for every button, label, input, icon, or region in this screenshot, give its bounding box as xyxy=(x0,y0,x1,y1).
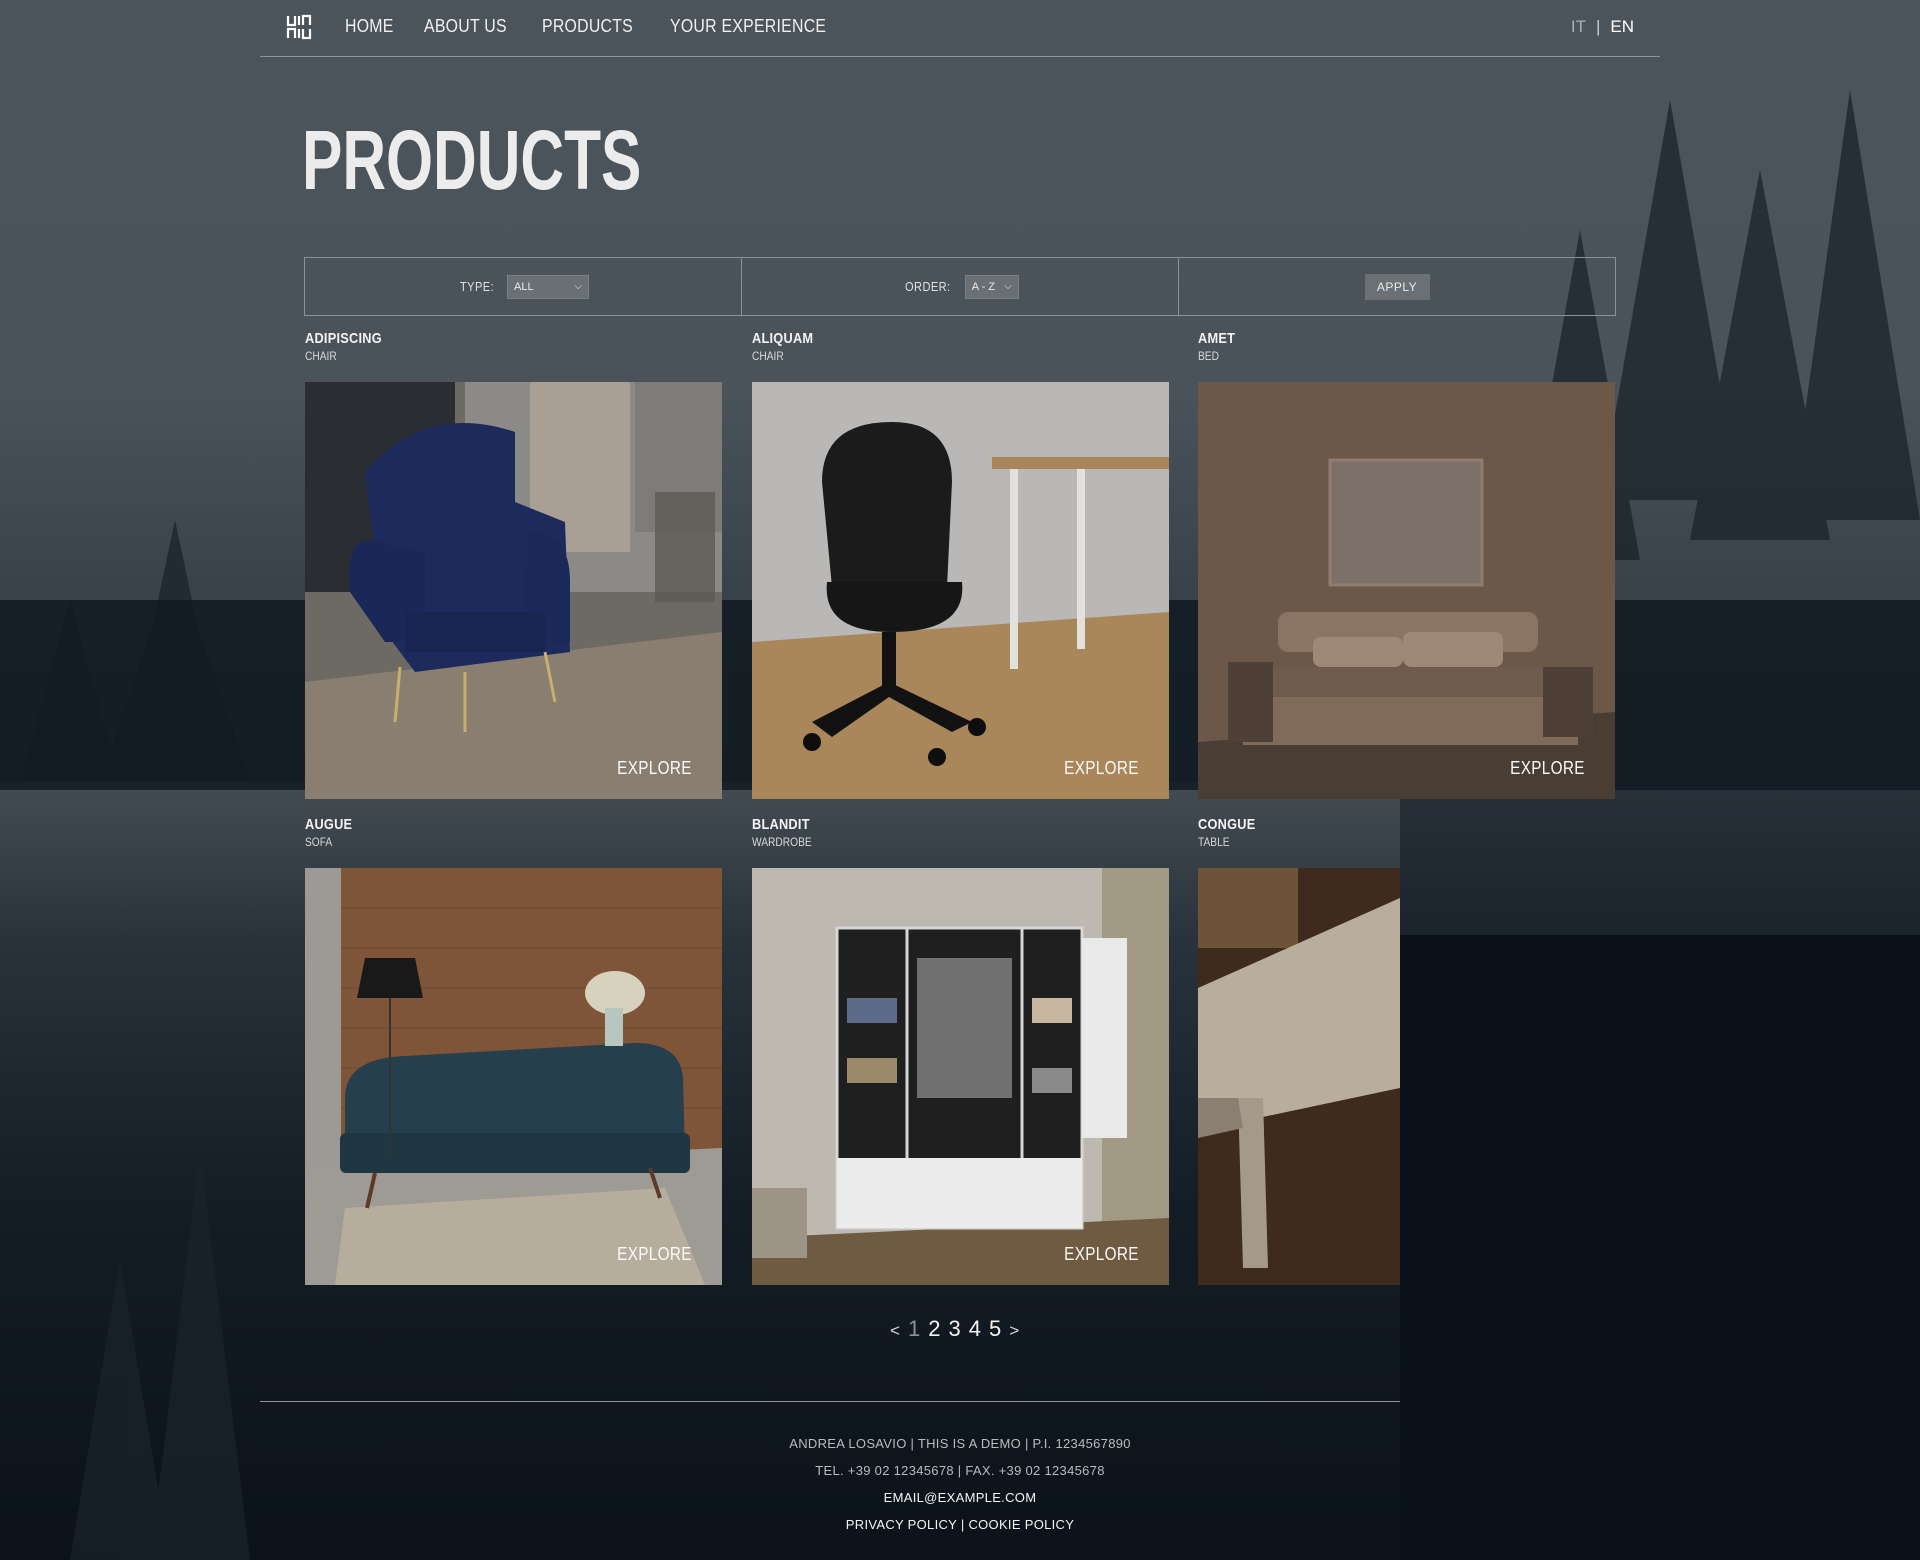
explore-link[interactable]: EXPLORE xyxy=(617,758,692,779)
product-name[interactable]: AUGUE xyxy=(305,816,659,833)
type-filter: TYPE: ALL ⌵ xyxy=(305,258,742,315)
cookie-policy-link[interactable]: COOKIE POLICY xyxy=(968,1517,1074,1532)
footer: ANDREA LOSAVIO | THIS IS A DEMO | P.I. 1… xyxy=(600,1430,1320,1538)
product-image-bed[interactable]: EXPLORE xyxy=(1198,382,1615,799)
order-filter: ORDER: A - Z ⌵ xyxy=(742,258,1179,315)
lang-it-link[interactable]: IT xyxy=(1571,17,1586,37)
footer-company-line: ANDREA LOSAVIO | THIS IS A DEMO | P.I. 1… xyxy=(789,1436,1131,1451)
product-image-armchair[interactable]: EXPLORE xyxy=(305,382,722,799)
product-card: BLANDIT WARDROBE EXPLORE xyxy=(752,816,1169,1285)
product-name[interactable]: ADIPISCING xyxy=(305,330,659,347)
order-select-value: A - Z xyxy=(971,280,996,293)
privacy-policy-link[interactable]: PRIVACY POLICY xyxy=(846,1517,957,1532)
footer-email-link[interactable]: EMAIL@EXAMPLE.COM xyxy=(884,1490,1037,1505)
footer-divider xyxy=(260,1401,1400,1402)
type-select[interactable]: ALL ⌵ xyxy=(507,274,590,299)
product-card: ADIPISCING CHAIR EXPLORE xyxy=(305,330,722,799)
product-type: CHAIR xyxy=(305,349,337,363)
chevron-down-icon: ⌵ xyxy=(574,281,583,292)
product-type: SOFA xyxy=(305,835,333,849)
product-card: AMET BED EXPLORE xyxy=(1198,330,1615,799)
explore-link[interactable]: EXPLORE xyxy=(1064,758,1139,779)
product-name[interactable]: AMET xyxy=(1198,330,1552,347)
language-switcher: IT | EN xyxy=(1571,17,1634,37)
page-2-link[interactable]: 2 xyxy=(928,1316,940,1342)
product-image-wardrobe[interactable]: EXPLORE xyxy=(752,868,1169,1285)
lang-separator: | xyxy=(1595,17,1601,36)
page-4-link[interactable]: 4 xyxy=(969,1316,981,1342)
nav-experience-link[interactable]: YOUR EXPERIENCE xyxy=(670,16,826,37)
explore-link[interactable]: EXPLORE xyxy=(617,1244,692,1265)
page-title: PRODUCTS xyxy=(302,113,642,207)
footer-contact-line: TEL. +39 02 12345678 | FAX. +39 02 12345… xyxy=(815,1463,1105,1478)
product-card: AUGUE SOFA EXPLORE xyxy=(305,816,722,1285)
product-type: WARDROBE xyxy=(752,835,812,849)
apply-cell: APPLY xyxy=(1179,258,1615,315)
order-filter-label: ORDER: xyxy=(905,279,951,294)
product-name[interactable]: BLANDIT xyxy=(752,816,1106,833)
nav-about-link[interactable]: ABOUT US xyxy=(424,16,507,37)
next-page-button[interactable]: > xyxy=(1009,1321,1019,1341)
type-filter-label: TYPE: xyxy=(459,279,495,294)
product-name[interactable]: CONGUE xyxy=(1198,816,1552,833)
type-select-value: ALL xyxy=(514,280,534,293)
product-image-table[interactable] xyxy=(1198,868,1400,1285)
footer-separator: | xyxy=(960,1517,965,1532)
order-select[interactable]: A - Z ⌵ xyxy=(964,274,1019,299)
explore-link[interactable]: EXPLORE xyxy=(1510,758,1585,779)
product-image-office-chair[interactable]: EXPLORE xyxy=(752,382,1169,799)
pagination: < 1 2 3 4 5 > xyxy=(890,1316,1019,1342)
page-3-link[interactable]: 3 xyxy=(948,1316,960,1342)
product-card: ALIQUAM CHAIR EXPLORE xyxy=(752,330,1169,799)
nav-products-link[interactable]: PRODUCTS xyxy=(542,16,633,37)
explore-link[interactable]: EXPLORE xyxy=(1064,1244,1139,1265)
filter-bar: TYPE: ALL ⌵ ORDER: A - Z ⌵ APPLY xyxy=(304,257,1616,316)
top-navbar: HOME ABOUT US PRODUCTS YOUR EXPERIENCE I… xyxy=(260,0,1660,57)
nav-home-link[interactable]: HOME xyxy=(345,16,394,37)
apply-button[interactable]: APPLY xyxy=(1364,273,1430,300)
product-type: TABLE xyxy=(1198,835,1230,849)
product-type: BED xyxy=(1198,349,1219,363)
product-image-sofa[interactable]: EXPLORE xyxy=(305,868,722,1285)
prev-page-button[interactable]: < xyxy=(890,1321,900,1341)
page-1-link[interactable]: 1 xyxy=(908,1316,920,1342)
lang-en-link[interactable]: EN xyxy=(1610,17,1634,37)
nav-links: HOME ABOUT US PRODUCTS YOUR EXPERIENCE xyxy=(345,16,847,37)
product-name[interactable]: ALIQUAM xyxy=(752,330,1106,347)
logo-icon[interactable] xyxy=(286,14,312,40)
product-type: CHAIR xyxy=(752,349,784,363)
product-card: CONGUE TABLE xyxy=(1198,816,1615,1285)
chevron-down-icon: ⌵ xyxy=(1004,281,1012,292)
page-5-link[interactable]: 5 xyxy=(989,1316,1001,1342)
